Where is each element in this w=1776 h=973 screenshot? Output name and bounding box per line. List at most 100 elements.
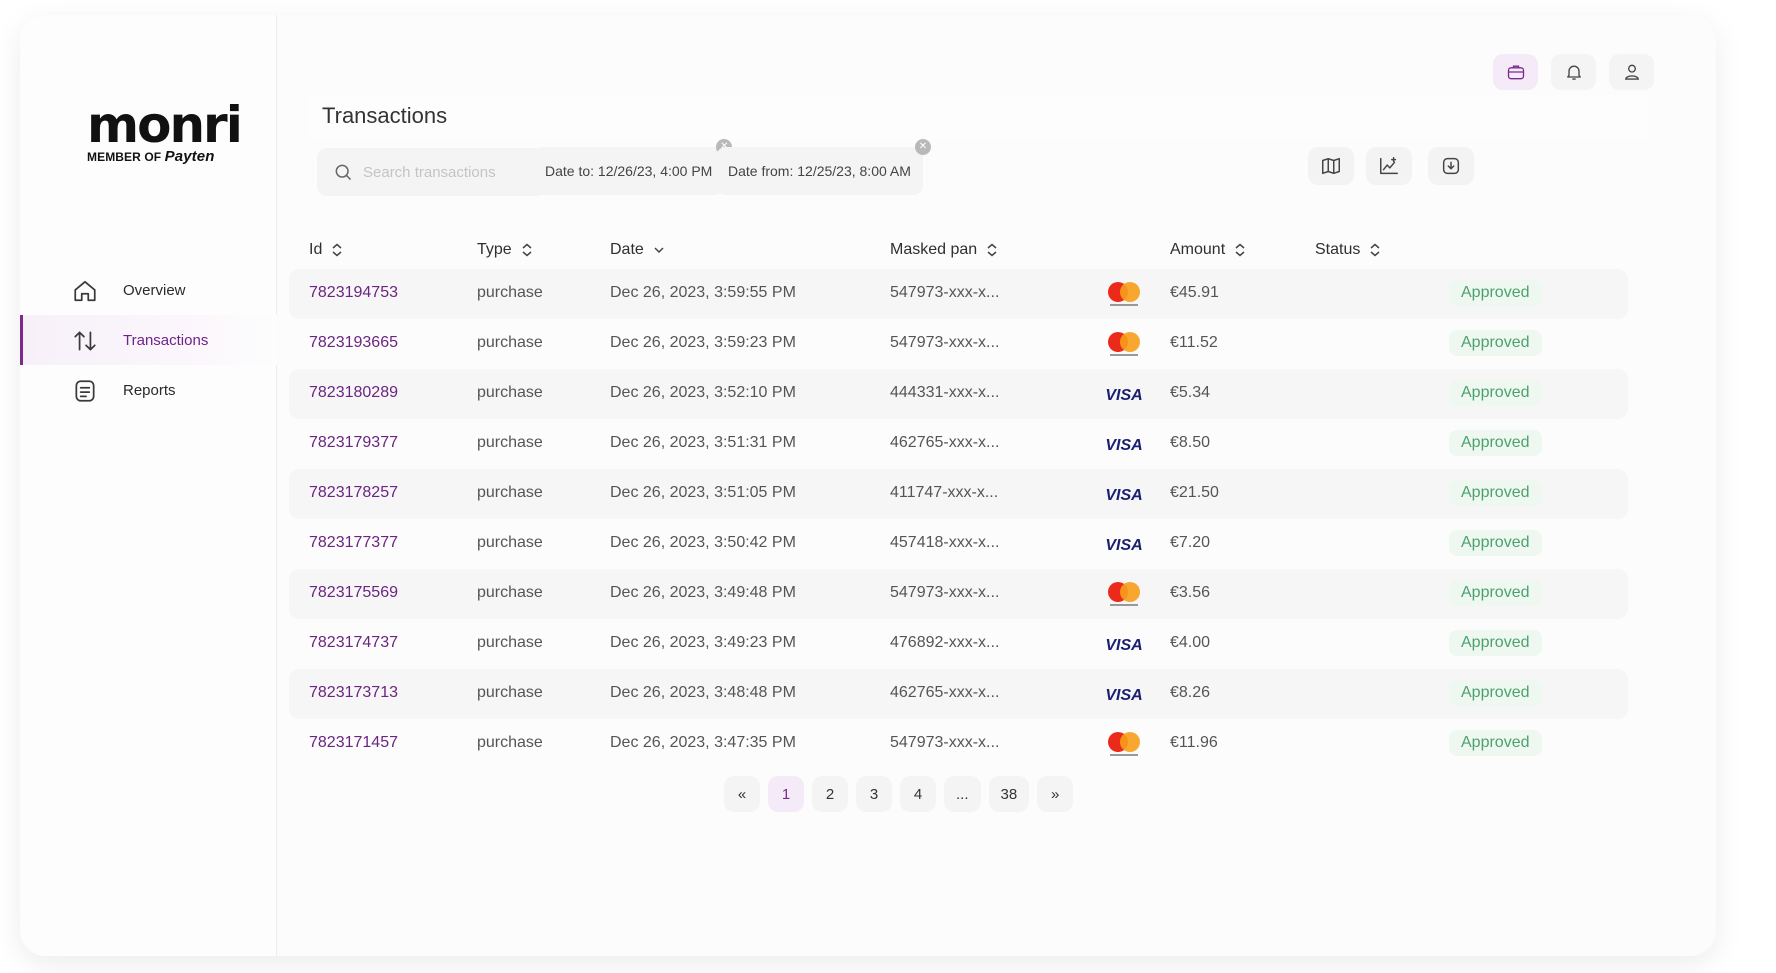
transaction-type: purchase <box>477 734 543 751</box>
mastercard-logo-icon <box>1104 279 1144 309</box>
transaction-id-link[interactable]: 7823194753 <box>309 284 398 302</box>
transaction-id-link[interactable]: 7823178257 <box>309 484 398 502</box>
transaction-id-link[interactable]: 7823171457 <box>309 734 398 752</box>
masked-pan: 457418-xxx-x... <box>890 534 1000 551</box>
status-badge: Approved <box>1449 480 1542 506</box>
column-label: Type <box>477 241 512 258</box>
masked-pan: 444331-xxx-x... <box>890 384 1000 401</box>
map-view-button[interactable] <box>1308 147 1354 185</box>
table-row[interactable]: 7823175569 purchase Dec 26, 2023, 3:49:48 … <box>289 569 1628 619</box>
transaction-amount: €45.91 <box>1170 284 1219 301</box>
status-badge: Approved <box>1449 680 1542 706</box>
transaction-type: purchase <box>477 484 543 501</box>
transaction-type: purchase <box>477 684 543 701</box>
sidebar-item-reports[interactable]: Reports <box>20 365 277 415</box>
logo-tagline: MEMBER OF Payten <box>87 148 227 165</box>
user-icon <box>1624 64 1639 80</box>
visa-logo-icon: VISA <box>1104 629 1144 659</box>
date-to-label: Date to: 12/26/23, 4:00 PM <box>545 163 713 179</box>
table-header: Id Type Date Masked pan Amount Status <box>289 231 1628 269</box>
table-row[interactable]: 7823178257 purchase Dec 26, 2023, 3:51:05 … <box>289 469 1628 519</box>
search-input[interactable] <box>363 163 533 181</box>
date-to-chip[interactable]: Date to: 12/26/23, 4:00 PM ✕ <box>533 139 733 195</box>
download-icon <box>1442 157 1460 175</box>
notifications-button[interactable] <box>1551 54 1596 90</box>
table-row[interactable]: 7823173713 purchase Dec 26, 2023, 3:48:48 … <box>289 669 1628 719</box>
column-label: Masked pan <box>890 241 978 258</box>
transaction-amount: €7.20 <box>1170 534 1211 551</box>
table-row[interactable]: 7823174737 purchase Dec 26, 2023, 3:49:23 … <box>289 619 1628 669</box>
home-icon <box>72 278 98 304</box>
column-header-masked-pan[interactable]: Masked pan <box>890 241 998 259</box>
transaction-type: purchase <box>477 384 543 401</box>
transaction-date: Dec 26, 2023, 3:51:31 PM <box>610 434 796 451</box>
date-from-chip[interactable]: Date from: 12/25/23, 8:00 AM ✕ <box>716 139 931 195</box>
sort-icon <box>332 243 342 257</box>
transaction-id-link[interactable]: 7823175569 <box>309 584 398 602</box>
transaction-id-link[interactable]: 7823173713 <box>309 684 398 702</box>
visa-logo-icon: VISA <box>1104 679 1144 709</box>
search-box[interactable] <box>317 148 547 196</box>
table-row[interactable]: 7823171457 purchase Dec 26, 2023, 3:47:35 … <box>289 719 1628 769</box>
sidebar-item-label: Transactions <box>123 331 209 349</box>
column-header-date[interactable]: Date <box>610 241 665 259</box>
title-bar <box>310 95 1648 139</box>
pagination-page-1[interactable]: 1 <box>768 776 804 812</box>
chart-view-button[interactable] <box>1366 147 1412 185</box>
transaction-id-link[interactable]: 7823174737 <box>309 634 398 652</box>
masked-pan: 547973-xxx-x... <box>890 334 1000 351</box>
svg-text:VISA: VISA <box>1105 687 1142 704</box>
transaction-amount: €11.96 <box>1170 734 1218 751</box>
table-row[interactable]: 7823177377 purchase Dec 26, 2023, 3:50:42 … <box>289 519 1628 569</box>
transaction-id-link[interactable]: 7823180289 <box>309 384 398 402</box>
transaction-type: purchase <box>477 434 543 451</box>
table-row[interactable]: 7823179377 purchase Dec 26, 2023, 3:51:31 … <box>289 419 1628 469</box>
transaction-amount: €4.00 <box>1170 634 1211 651</box>
transaction-amount: €11.52 <box>1170 334 1218 351</box>
transaction-type: purchase <box>477 634 543 651</box>
transaction-amount: €3.56 <box>1170 584 1211 601</box>
pagination-page-38[interactable]: 38 <box>988 776 1030 812</box>
sidebar-item-transactions[interactable]: Transactions <box>20 315 277 365</box>
chevron-down-icon <box>654 247 664 254</box>
map-icon <box>1322 157 1340 175</box>
sidebar-nav: Overview Transactions Reports <box>20 265 277 415</box>
profile-button[interactable] <box>1609 54 1654 90</box>
table-row[interactable]: 7823180289 purchase Dec 26, 2023, 3:52:10 … <box>289 369 1628 419</box>
briefcase-button[interactable] <box>1493 54 1538 90</box>
sidebar-item-overview[interactable]: Overview <box>20 265 277 315</box>
transaction-id-link[interactable]: 7823193665 <box>309 334 398 352</box>
status-badge: Approved <box>1449 380 1542 406</box>
table-row[interactable]: 7823194753 purchase Dec 26, 2023, 3:59:55 … <box>289 269 1628 319</box>
pagination-prev[interactable]: « <box>724 776 760 812</box>
sort-icon <box>1370 243 1380 257</box>
transactions-table: Id Type Date Masked pan Amount Status 78… <box>289 231 1628 769</box>
download-button[interactable] <box>1428 147 1474 185</box>
transaction-date: Dec 26, 2023, 3:59:55 PM <box>610 284 796 301</box>
column-header-amount[interactable]: Amount <box>1170 241 1246 259</box>
report-icon <box>72 378 98 404</box>
column-label: Date <box>610 241 644 258</box>
table-row[interactable]: 7823193665 purchase Dec 26, 2023, 3:59:23 … <box>289 319 1628 369</box>
pagination-page-4[interactable]: 4 <box>900 776 936 812</box>
pagination-page-3[interactable]: 3 <box>856 776 892 812</box>
sidebar: monri MEMBER OF Payten Overview Transact… <box>20 15 277 956</box>
transaction-id-link[interactable]: 7823179377 <box>309 434 398 452</box>
arrows-up-down-icon <box>72 328 98 354</box>
pagination-page-2[interactable]: 2 <box>812 776 848 812</box>
column-header-type[interactable]: Type <box>477 241 533 259</box>
close-icon[interactable]: ✕ <box>914 139 931 155</box>
transaction-type: purchase <box>477 284 543 301</box>
masked-pan: 547973-xxx-x... <box>890 734 1000 751</box>
transaction-id-link[interactable]: 7823177377 <box>309 534 398 552</box>
transaction-type: purchase <box>477 534 543 551</box>
masked-pan: 476892-xxx-x... <box>890 634 1000 651</box>
logo-word: monri <box>87 96 243 154</box>
pagination-next[interactable]: » <box>1037 776 1074 812</box>
transaction-date: Dec 26, 2023, 3:59:23 PM <box>610 334 796 351</box>
chart-icon <box>1380 157 1398 175</box>
status-badge: Approved <box>1449 430 1542 456</box>
column-header-status[interactable]: Status <box>1315 241 1381 259</box>
transaction-type: purchase <box>477 584 543 601</box>
column-header-id[interactable]: Id <box>309 241 343 259</box>
